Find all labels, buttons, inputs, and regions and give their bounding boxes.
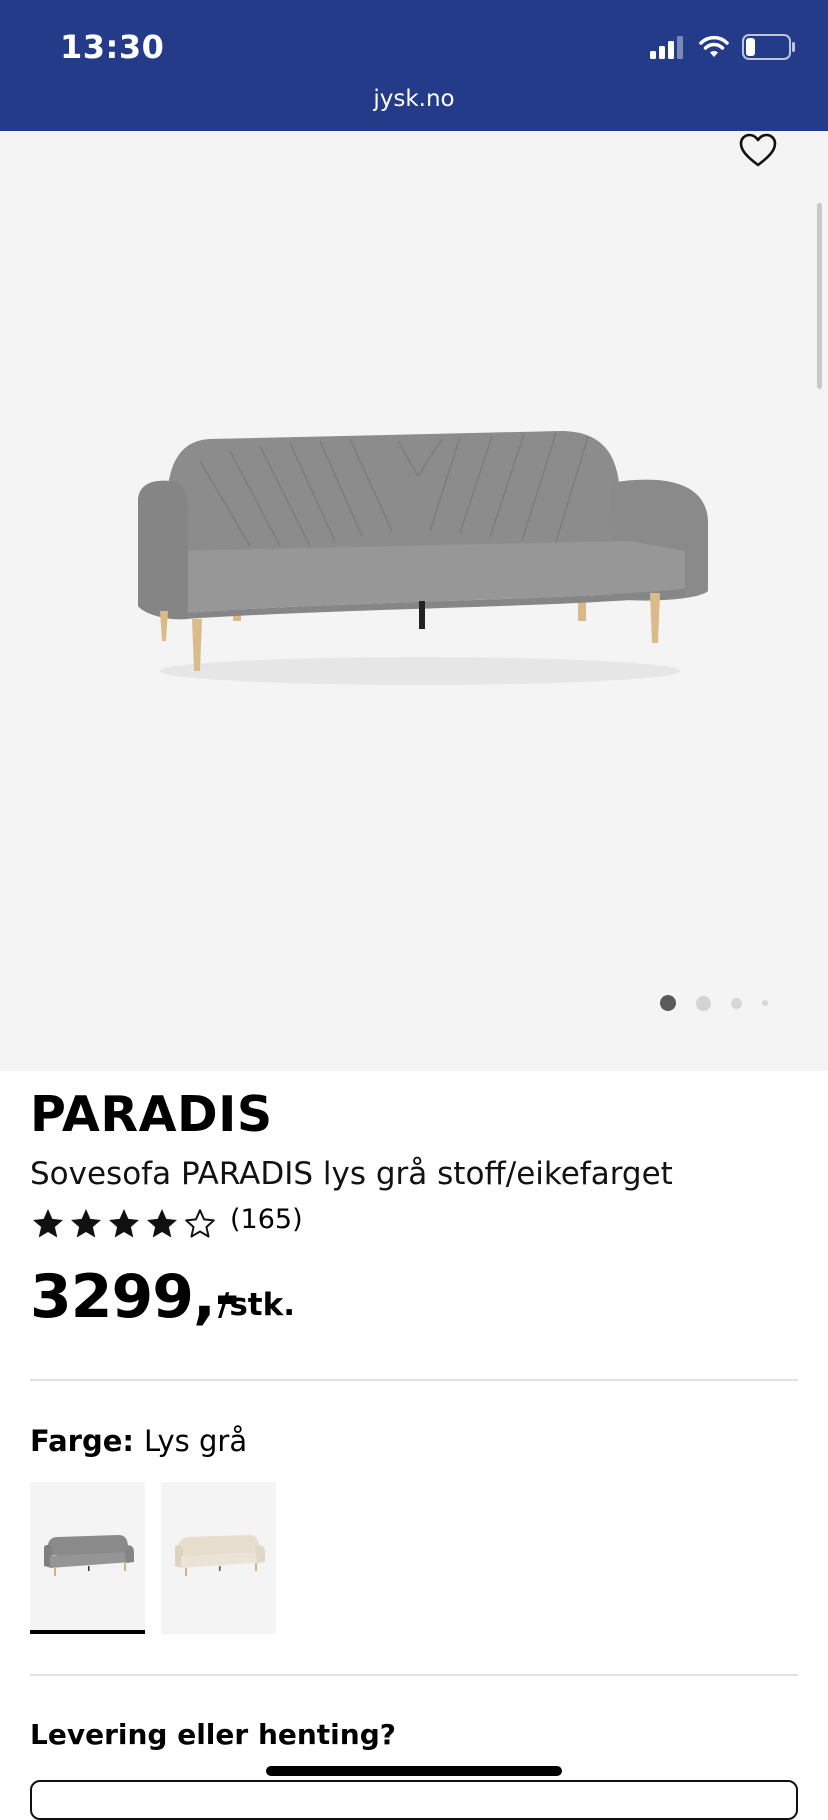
pagination-dot[interactable] (696, 995, 711, 1011)
scrollbar[interactable] (817, 203, 822, 389)
battery-icon (742, 34, 796, 64)
divider (30, 1379, 798, 1381)
heart-icon[interactable] (738, 131, 778, 171)
review-count[interactable]: (165) (230, 1204, 303, 1235)
product-brand: PARADIS (30, 1086, 273, 1143)
status-bar: 13:30 jysk.no (0, 0, 828, 131)
pagination-dot[interactable] (762, 1000, 768, 1006)
pagination-dot[interactable] (660, 995, 676, 1011)
pagination-dot[interactable] (731, 997, 742, 1009)
color-value: Lys grå (144, 1424, 248, 1458)
star-empty-icon (185, 1209, 215, 1238)
divider (30, 1674, 798, 1676)
sofa-product-image (138, 431, 708, 685)
status-icons (650, 34, 796, 64)
star-filled-icon (109, 1209, 139, 1238)
browser-url[interactable]: jysk.no (0, 86, 828, 112)
star-filled-icon (71, 1209, 101, 1238)
status-time: 13:30 (60, 28, 165, 66)
sofa-thumbnail-beige (175, 1535, 265, 1576)
gallery-pagination[interactable] (660, 995, 768, 1011)
product-image-gallery[interactable] (0, 131, 828, 1071)
star-filled-icon (33, 1209, 63, 1238)
color-swatch-beige[interactable] (161, 1482, 276, 1634)
delivery-option-box[interactable] (30, 1780, 798, 1820)
star-filled-icon (147, 1209, 177, 1238)
sofa-thumbnail-gray (44, 1535, 134, 1576)
rating-stars[interactable]: (165) (30, 1204, 303, 1242)
product-name: Sovesofa PARADIS lys grå stoff/eikefarge… (30, 1156, 673, 1192)
product-price: 3299,- (30, 1262, 240, 1332)
wifi-icon (698, 35, 730, 63)
color-selection: Farge: Lys grå (30, 1424, 247, 1458)
cellular-signal-icon (650, 35, 686, 63)
delivery-heading: Levering eller henting? (30, 1718, 396, 1751)
color-label: Farge: (30, 1424, 135, 1458)
color-swatch-gray[interactable] (30, 1482, 145, 1634)
price-unit: /stk. (218, 1287, 295, 1323)
home-indicator[interactable] (266, 1766, 562, 1776)
